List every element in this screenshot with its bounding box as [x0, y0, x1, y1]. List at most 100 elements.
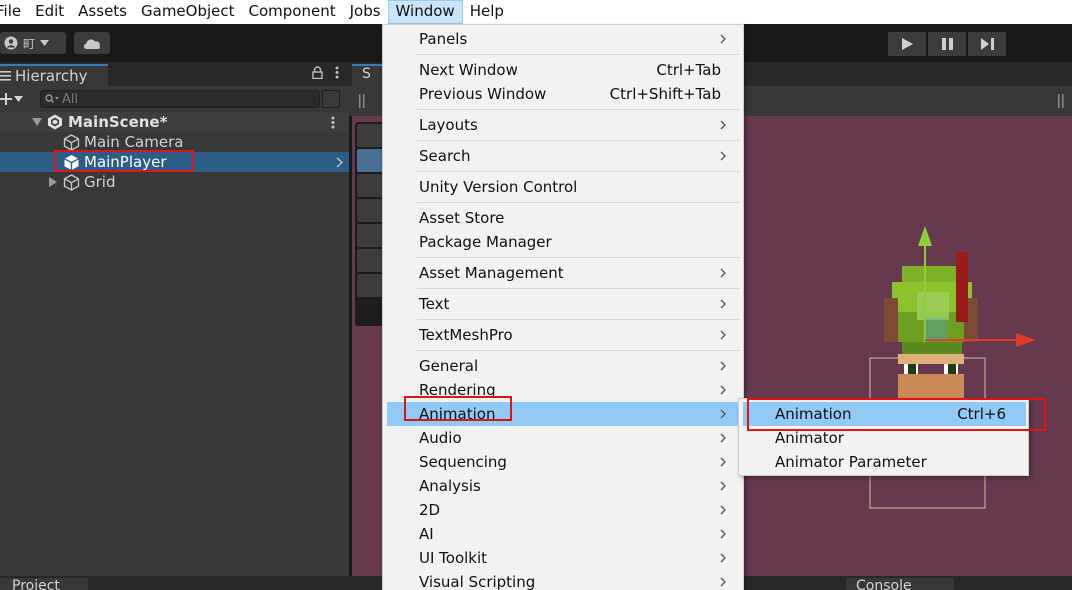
- pause-icon: [941, 38, 953, 50]
- menu-item-label: Search: [419, 147, 471, 165]
- create-dropdown-button[interactable]: [0, 88, 30, 110]
- hierarchy-item-label: Main Camera: [84, 133, 184, 151]
- unity-scene-icon: [48, 114, 62, 130]
- annotation-box-mainplayer: [54, 150, 194, 172]
- annotation-box-animation-submenu: [747, 398, 1046, 431]
- hierarchy-panel: Hierarchy All MainScene* Main Camera Mai…: [0, 62, 349, 576]
- tab-project[interactable]: Project: [0, 578, 88, 590]
- menu-item-asset-store[interactable]: Asset Store: [387, 206, 739, 230]
- hand-tool-button[interactable]: [357, 124, 383, 147]
- menu-item-label: Layouts: [419, 116, 478, 134]
- menu-assets[interactable]: Assets: [71, 0, 134, 24]
- menu-item-audio[interactable]: Audio: [387, 426, 739, 450]
- hierarchy-tab-label: Hierarchy: [15, 67, 88, 85]
- menu-help[interactable]: Help: [463, 0, 511, 24]
- chevron-right-icon: [720, 385, 726, 395]
- menu-item-label: Animator: [775, 429, 844, 447]
- menu-item-analysis[interactable]: Analysis: [387, 474, 739, 498]
- kebab-menu-icon[interactable]: [331, 116, 335, 129]
- expand-arrow-right-icon[interactable]: [49, 177, 57, 187]
- menu-item-search[interactable]: Search: [387, 144, 739, 168]
- menu-item-shortcut: Ctrl+Tab: [656, 61, 721, 79]
- menu-item-label: Sequencing: [419, 453, 507, 471]
- window-menu-dropdown: Panels Next Window Ctrl+Tab Previous Wind…: [382, 24, 744, 590]
- menu-item-general[interactable]: General: [387, 354, 739, 378]
- hierarchy-search-input[interactable]: All: [40, 90, 320, 108]
- menu-item-panels[interactable]: Panels: [387, 27, 739, 51]
- menu-file[interactable]: File: [0, 0, 28, 24]
- menu-separator: [417, 171, 739, 172]
- tab-console[interactable]: Console: [846, 578, 954, 590]
- menu-item-unity-version-control[interactable]: Unity Version Control: [387, 175, 739, 199]
- chevron-right-icon: [720, 409, 726, 419]
- menu-item-text[interactable]: Text: [387, 292, 739, 316]
- hamburger-icon: [0, 71, 11, 81]
- hierarchy-tab-actions: [312, 66, 339, 79]
- menu-separator: [417, 202, 739, 203]
- menu-item-label: Package Manager: [419, 233, 552, 251]
- hierarchy-item-main-camera[interactable]: Main Camera: [0, 132, 349, 152]
- tab-hierarchy[interactable]: Hierarchy: [0, 64, 108, 86]
- drag-handle-icon: [1058, 94, 1064, 108]
- step-button[interactable]: [968, 32, 1006, 56]
- search-filter-button[interactable]: [322, 90, 340, 108]
- account-label: 町: [23, 36, 36, 51]
- annotation-box-animation-menu: [404, 396, 512, 421]
- chevron-right-icon: [720, 330, 726, 340]
- account-icon: [4, 36, 18, 50]
- menu-window[interactable]: Window: [387, 0, 463, 24]
- menu-separator: [417, 319, 739, 320]
- menu-item-visual-scripting[interactable]: Visual Scripting: [387, 570, 739, 590]
- transform-tool-button[interactable]: [357, 249, 383, 272]
- submenu-item-animator-parameter[interactable]: Animator Parameter: [743, 450, 1026, 474]
- menu-bar: File Edit Assets GameObject Component Jo…: [0, 0, 1072, 24]
- move-tool-button[interactable]: [357, 149, 383, 172]
- menu-item-layouts[interactable]: Layouts: [387, 113, 739, 137]
- menu-separator: [417, 109, 739, 110]
- chevron-right-icon: [720, 481, 726, 491]
- cloud-button[interactable]: [74, 32, 110, 54]
- lock-icon[interactable]: [312, 66, 323, 79]
- chevron-right-icon[interactable]: [336, 156, 343, 168]
- custom-tool-button[interactable]: [357, 274, 383, 297]
- plus-icon: [0, 93, 12, 105]
- menu-item-sequencing[interactable]: Sequencing: [387, 450, 739, 474]
- menu-component[interactable]: Component: [242, 0, 343, 24]
- search-icon: [45, 94, 59, 103]
- hierarchy-item-grid[interactable]: Grid: [0, 172, 349, 192]
- hierarchy-search-row: All: [0, 87, 349, 111]
- menu-item-package-manager[interactable]: Package Manager: [387, 230, 739, 254]
- menu-item-ui-toolkit[interactable]: UI Toolkit: [387, 546, 739, 570]
- account-dropdown[interactable]: 町: [0, 32, 66, 54]
- menu-separator: [417, 350, 739, 351]
- menu-item-textmeshpro[interactable]: TextMeshPro: [387, 323, 739, 347]
- play-icon: [901, 38, 913, 50]
- menu-edit[interactable]: Edit: [28, 0, 71, 24]
- project-tab-label: Project: [12, 578, 60, 590]
- menu-item-ai[interactable]: AI: [387, 522, 739, 546]
- menu-item-2d[interactable]: 2D: [387, 498, 739, 522]
- scale-tool-button[interactable]: [357, 199, 383, 222]
- search-placeholder: All: [62, 91, 79, 107]
- rect-tool-button[interactable]: [357, 224, 383, 247]
- menu-item-label: UI Toolkit: [419, 549, 488, 567]
- chevron-right-icon: [720, 529, 726, 539]
- menu-item-next-window[interactable]: Next Window Ctrl+Tab: [387, 58, 739, 82]
- chevron-right-icon: [720, 505, 726, 515]
- menu-item-previous-window[interactable]: Previous Window Ctrl+Shift+Tab: [387, 82, 739, 106]
- menu-item-asset-management[interactable]: Asset Management: [387, 261, 739, 285]
- menu-gameobject[interactable]: GameObject: [134, 0, 242, 24]
- play-button[interactable]: [888, 32, 926, 56]
- menu-separator: [417, 257, 739, 258]
- step-icon: [980, 38, 994, 50]
- chevron-down-icon: [14, 96, 23, 102]
- chevron-right-icon: [720, 553, 726, 563]
- menu-item-shortcut: Ctrl+Shift+Tab: [609, 85, 721, 103]
- pause-button[interactable]: [928, 32, 966, 56]
- menu-item-label: Visual Scripting: [419, 573, 536, 590]
- kebab-menu-icon[interactable]: [335, 66, 339, 79]
- scene-row[interactable]: MainScene*: [0, 112, 349, 132]
- tab-scene[interactable]: S: [352, 64, 384, 86]
- rotate-tool-button[interactable]: [357, 174, 383, 197]
- menu-jobs[interactable]: Jobs: [343, 0, 388, 24]
